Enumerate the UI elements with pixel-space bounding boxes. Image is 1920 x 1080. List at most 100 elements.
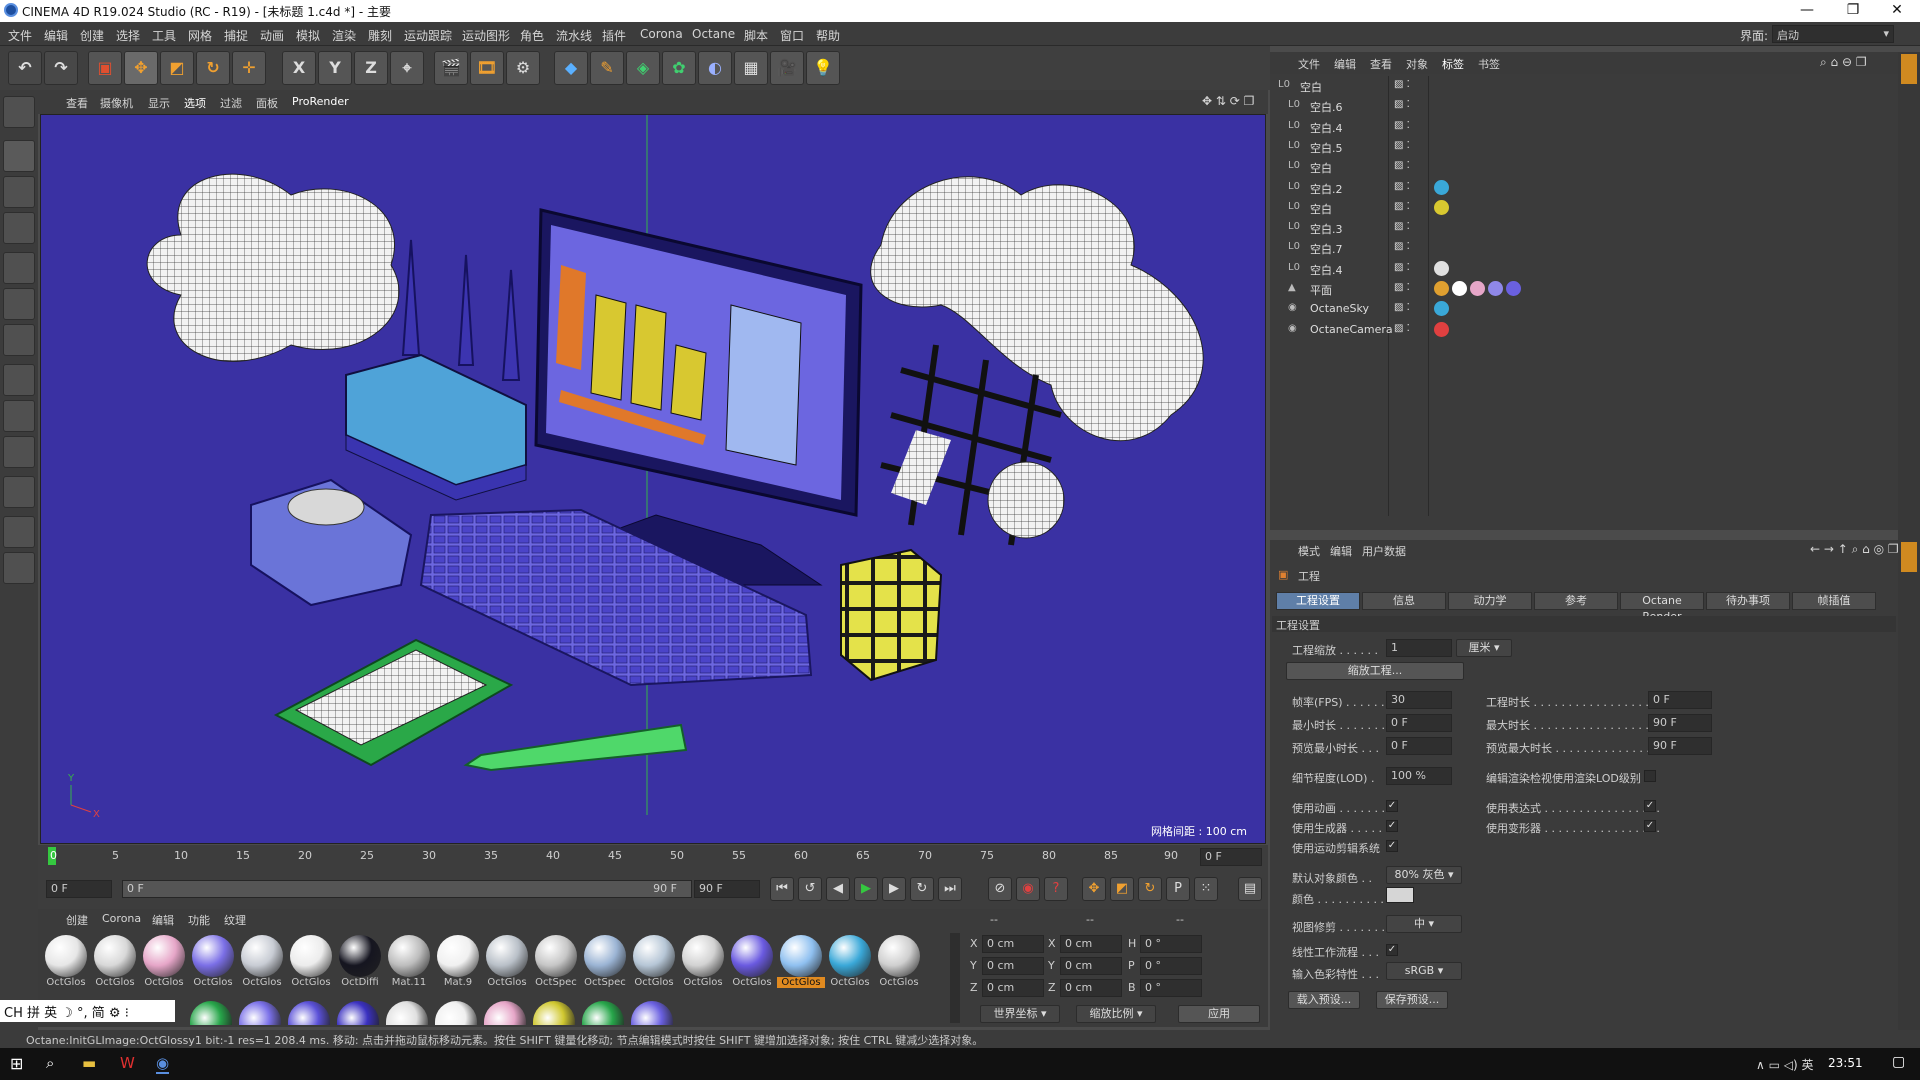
material-swatch-partial[interactable] [582, 1001, 624, 1025]
tab-info[interactable]: 信息 [1362, 592, 1446, 610]
next-frame-button[interactable]: ▶ [882, 877, 906, 901]
material-swatch-partial[interactable] [386, 1001, 428, 1025]
visibility-toggle-icon[interactable]: ▨ ⁚ [1394, 241, 1410, 252]
material-swatch[interactable]: OctGlos [287, 933, 335, 991]
end-frame-field[interactable]: 90 F [694, 880, 760, 898]
rotate-tool-button[interactable]: ↻ [196, 51, 230, 85]
save-preset-button[interactable]: 保存预设... [1376, 991, 1448, 1009]
search-icon[interactable]: ⌕ [46, 1054, 54, 1072]
autokey-button[interactable]: ? [1044, 877, 1068, 901]
use-generators-checkbox[interactable]: ✓ [1386, 820, 1398, 832]
viewport-nav-icons[interactable]: ✥ ⇅ ⟳ ❐ [1202, 94, 1254, 108]
pen-spline-button[interactable]: ✎ [590, 51, 624, 85]
object-row[interactable]: L0 空白.5 ▨ ⁚ [1270, 137, 1898, 157]
obj-menu-bookmarks[interactable]: 书签 [1478, 56, 1500, 72]
fps-field[interactable]: 30 [1386, 691, 1452, 709]
tab-dynamics[interactable]: 动力学 [1448, 592, 1532, 610]
cube-primitive-button[interactable]: ◆ [554, 51, 588, 85]
axis-mode-icon[interactable] [3, 364, 35, 396]
material-swatch-partial[interactable] [631, 1001, 673, 1025]
next-key-button[interactable]: ↻ [910, 877, 934, 901]
menu-simulate[interactable]: 模拟 [296, 27, 320, 44]
material-swatch[interactable]: OctGlos [728, 933, 776, 991]
material-swatch[interactable]: Mat.11 [385, 933, 433, 991]
material-swatch[interactable]: OctGlos [679, 933, 727, 991]
viewport-menu-display[interactable]: 显示 [148, 95, 170, 111]
menu-help[interactable]: 帮助 [816, 27, 840, 44]
current-frame-field[interactable]: 0 F [1200, 848, 1262, 866]
make-editable-button[interactable] [3, 96, 35, 128]
material-menu-corona[interactable]: Corona [102, 912, 141, 925]
apply-button[interactable]: 应用 [1178, 1005, 1260, 1023]
material-swatch-partial[interactable] [288, 1001, 330, 1025]
maximize-button[interactable]: ❐ [1830, 0, 1876, 22]
object-row[interactable]: L0 空白.4 ▨ ⁚ [1270, 259, 1898, 279]
menu-motion-tracking[interactable]: 运动跟踪 [404, 27, 452, 44]
object-row[interactable]: L0 空白.6 ▨ ⁚ [1270, 96, 1898, 116]
object-row[interactable]: L0 空白 ▨ ⁚ [1270, 76, 1898, 96]
obj-menu-object[interactable]: 对象 [1406, 56, 1428, 72]
viewport-menu-options[interactable]: 选项 [184, 95, 206, 111]
menu-animate[interactable]: 动画 [260, 27, 284, 44]
tweak-mode-icon[interactable] [3, 400, 35, 432]
layout-select[interactable]: 启动 ▾ [1772, 25, 1894, 43]
key-position-button[interactable]: ✥ [1082, 877, 1106, 901]
material-tag-icon[interactable] [1434, 260, 1449, 276]
material-menu-create[interactable]: 创建 [66, 912, 88, 928]
menu-snap[interactable]: 捕捉 [224, 27, 248, 44]
snap-magnet-icon[interactable] [3, 476, 35, 508]
material-menu-edit[interactable]: 编辑 [152, 912, 174, 928]
coord-value-field[interactable]: 0 cm [982, 979, 1044, 997]
menu-edit[interactable]: 编辑 [44, 27, 68, 44]
material-tag-icon[interactable] [1470, 281, 1485, 296]
preview-max-field[interactable]: 90 F [1648, 737, 1712, 755]
object-row[interactable]: ◉ OctaneSky ▨ ⁚ [1270, 299, 1898, 319]
camera-button[interactable]: 🎥 [770, 51, 804, 85]
viewport-menu-panel[interactable]: 面板 [256, 95, 278, 111]
object-row[interactable]: L0 空白 ▨ ⁚ [1270, 198, 1898, 218]
material-tag-icon[interactable] [1434, 199, 1449, 215]
render-view-button[interactable]: 🎬 [434, 51, 468, 85]
menu-render[interactable]: 渲染 [332, 27, 356, 44]
coord-value-field[interactable]: 0 cm [982, 957, 1044, 975]
material-swatch[interactable]: OctGlos [483, 933, 531, 991]
previous-key-button[interactable]: ↺ [798, 877, 822, 901]
material-swatch-partial[interactable] [533, 1001, 575, 1025]
visibility-toggle-icon[interactable]: ▨ ⁚ [1394, 282, 1410, 293]
file-explorer-icon[interactable]: ▬ [82, 1054, 96, 1072]
project-scale-field[interactable]: 1 [1386, 639, 1452, 657]
menu-script[interactable]: 脚本 [744, 27, 768, 44]
object-row[interactable]: L0 空白.2 ▨ ⁚ [1270, 178, 1898, 198]
coord-value-field[interactable]: 0 cm [1060, 935, 1122, 953]
workplane-lock-icon[interactable] [3, 516, 35, 548]
obj-menu-edit[interactable]: 编辑 [1334, 56, 1356, 72]
scale-project-button[interactable]: 缩放工程... [1286, 662, 1464, 680]
load-preset-button[interactable]: 载入预设... [1288, 991, 1360, 1009]
coord-value-field[interactable]: 0 cm [982, 935, 1044, 953]
menu-file[interactable]: 文件 [8, 27, 32, 44]
key-scale-button[interactable]: ◩ [1110, 877, 1134, 901]
render-picture-viewer-button[interactable]: 🎞 [470, 51, 504, 85]
view-clipping-select[interactable]: 中 ▾ [1386, 915, 1462, 933]
tray-icons[interactable]: ∧ ▭ ◁) 英 [1756, 1056, 1813, 1073]
tab-project-settings[interactable]: 工程设置 [1276, 592, 1360, 610]
coord-value-field[interactable]: 0 ° [1140, 979, 1202, 997]
tab-reference[interactable]: 参考 [1534, 592, 1618, 610]
start-frame-field[interactable]: 0 F [46, 880, 112, 898]
notification-icon[interactable]: ▢ [1892, 1054, 1905, 1070]
wps-icon[interactable]: W [120, 1054, 135, 1072]
coordinate-system-button[interactable]: ⌖ [390, 51, 424, 85]
object-row[interactable]: ◉ OctaneCamera ▨ ⁚ [1270, 320, 1898, 340]
menu-plugins[interactable]: 插件 [602, 27, 626, 44]
material-scrollbar[interactable] [950, 933, 960, 1023]
material-swatch-partial[interactable] [435, 1001, 477, 1025]
play-button[interactable]: ▶ [854, 877, 878, 901]
material-swatch-partial[interactable] [190, 1001, 232, 1025]
y-axis-button[interactable]: Y [318, 51, 352, 85]
menu-pipeline[interactable]: 流水线 [556, 27, 592, 44]
cloner-button[interactable]: ✿ [662, 51, 696, 85]
visibility-toggle-icon[interactable]: ▨ ⁚ [1394, 181, 1410, 192]
use-deformers-checkbox[interactable]: ✓ [1644, 820, 1656, 832]
visibility-toggle-icon[interactable]: ▨ ⁚ [1394, 323, 1410, 334]
previous-frame-button[interactable]: ◀ [826, 877, 850, 901]
